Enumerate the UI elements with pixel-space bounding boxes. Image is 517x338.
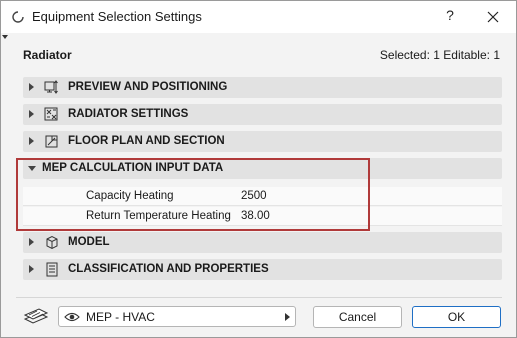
model-cube-icon [46, 235, 58, 250]
highlight-frame [16, 158, 370, 231]
layer-dropdown[interactable]: MEP - HVAC [58, 306, 296, 327]
equipment-selection-settings-dialog: Equipment Selection Settings ? Radiator … [0, 0, 517, 338]
radiator-settings-icon [44, 107, 58, 121]
expand-triangle-icon[interactable] [29, 238, 34, 246]
floor-plan-section-icon [45, 135, 58, 148]
panel-label: FLOOR PLAN AND SECTION [68, 135, 225, 147]
close-icon [487, 11, 499, 23]
panel-radiator-settings[interactable]: RADIATOR SETTINGS [23, 104, 502, 125]
expand-triangle-icon[interactable] [29, 110, 34, 118]
panel-label: CLASSIFICATION AND PROPERTIES [68, 263, 269, 275]
panel-floor-plan-and-section[interactable]: FLOOR PLAN AND SECTION [23, 131, 502, 152]
panel-classification-and-properties[interactable]: CLASSIFICATION AND PROPERTIES [23, 259, 502, 280]
expand-triangle-icon[interactable] [29, 83, 34, 91]
window-title: Equipment Selection Settings [32, 9, 202, 24]
layer-value: MEP - HVAC [86, 310, 155, 324]
selection-info: Selected: 1 Editable: 1 [379, 48, 500, 62]
panel-label: PREVIEW AND POSITIONING [68, 81, 228, 93]
loading-spinner-icon [12, 11, 24, 23]
classification-icon [46, 262, 58, 277]
cancel-button[interactable]: Cancel [313, 306, 402, 328]
expand-triangle-icon[interactable] [29, 137, 34, 145]
title-bar[interactable]: Equipment Selection Settings ? [1, 1, 516, 33]
dialog-caret-marker [2, 35, 8, 39]
help-button[interactable]: ? [441, 7, 459, 27]
ok-button[interactable]: OK [412, 306, 501, 328]
expand-triangle-icon[interactable] [29, 265, 34, 273]
element-name: Radiator [23, 48, 72, 62]
panel-label: MODEL [68, 236, 110, 248]
footer-divider [16, 297, 502, 298]
panel-model[interactable]: MODEL [23, 232, 502, 253]
preview-positioning-icon [44, 80, 58, 94]
layers-icon[interactable] [23, 307, 49, 325]
dropdown-arrow-icon [285, 313, 290, 321]
close-button[interactable] [482, 7, 504, 27]
panel-preview-and-positioning[interactable]: PREVIEW AND POSITIONING [23, 77, 502, 98]
eye-icon [64, 312, 80, 322]
panel-label: RADIATOR SETTINGS [68, 108, 189, 120]
